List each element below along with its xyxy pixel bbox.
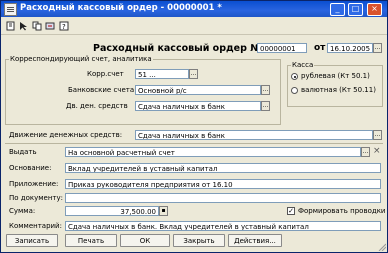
calculator-button[interactable]: ▪ [159, 206, 168, 216]
issue-label: Выдать [9, 148, 37, 156]
svg-text:?: ? [62, 23, 66, 31]
corr-group-label: Корреспондирующий счет, аналитика [9, 55, 153, 63]
movement-label: Движение денежных средств: [9, 131, 123, 139]
sync-icon[interactable] [45, 21, 55, 31]
close-window-button[interactable]: × [367, 3, 382, 16]
movement-select-button[interactable]: ... [373, 130, 382, 140]
radio-currency[interactable] [291, 87, 298, 94]
bank-accounts-field[interactable]: Основной р/с [135, 85, 261, 95]
print-button[interactable]: Печать [65, 234, 117, 247]
bank-accounts-label: Банковские счета [68, 86, 135, 94]
attachment-label: Приложение: [9, 180, 59, 188]
radio-ruble[interactable] [291, 73, 298, 80]
document-window: Расходный кассовый ордер - 00000001 * _ … [0, 0, 388, 253]
ok-button[interactable]: ОК [120, 234, 170, 247]
by-document-field[interactable] [65, 193, 381, 203]
cash-flow-item-label: Дв. ден. средств [66, 102, 128, 110]
resize-grip-icon[interactable] [378, 243, 386, 251]
corr-account-label: Корр.счет [87, 70, 124, 78]
basis-field[interactable]: Вклад учредителей в уставный капитал [65, 163, 381, 173]
document-heading: Расходный кассовый ордер № [93, 43, 262, 54]
toolbar: ? [1, 18, 387, 35]
cursor-select-icon[interactable] [19, 21, 29, 31]
clear-icon[interactable]: × [373, 146, 381, 156]
maximize-button[interactable]: □ [348, 3, 363, 16]
radio-currency-label: валютная (Кт 50.11) [301, 86, 376, 94]
print-preview-icon[interactable] [6, 21, 16, 31]
movement-field[interactable]: Сдача наличных в банк [135, 130, 373, 140]
actions-button[interactable]: Действия... [228, 234, 282, 247]
post-entries-label: Формировать проводки [298, 207, 386, 215]
date-picker-button[interactable]: ... [373, 43, 382, 53]
issue-field[interactable]: На основной расчетный счет [65, 147, 361, 157]
corr-account-field[interactable]: 51 ... [135, 69, 189, 79]
minimize-button[interactable]: _ [330, 3, 345, 16]
title-bar[interactable]: Расходный кассовый ордер - 00000001 * _ … [1, 1, 387, 17]
cash-flow-field[interactable]: Сдача наличных в банк [135, 101, 261, 111]
amount-label: Сумма: [9, 207, 36, 215]
date-label: от [314, 43, 326, 53]
by-document-label: По документу: [9, 194, 64, 202]
amount-field[interactable]: 37,500.00 [65, 206, 159, 216]
copy-document-icon[interactable] [32, 21, 42, 31]
comment-field[interactable]: Сдача наличных в банк. Вклад учредителей… [65, 221, 381, 231]
comment-label: Комментарий: [9, 222, 62, 230]
bank-accounts-select-button[interactable]: ... [261, 85, 270, 95]
basis-label: Основание: [9, 164, 52, 172]
document-icon [4, 3, 17, 16]
radio-ruble-label: рублевая (Кт 50.1) [301, 72, 370, 80]
document-number-field[interactable]: 00000001 [257, 43, 307, 53]
post-entries-checkbox[interactable]: ✓ [287, 207, 295, 215]
separator [5, 143, 383, 144]
save-button[interactable]: Записать [6, 234, 58, 247]
cash-flow-select-button[interactable]: ... [261, 101, 270, 111]
window-title: Расходный кассовый ордер - 00000001 * [20, 3, 222, 13]
attachment-field[interactable]: Приказ руководителя предприятия от 16.10 [65, 179, 381, 189]
help-icon[interactable]: ? [59, 21, 69, 31]
close-button[interactable]: Закрыть [173, 234, 225, 247]
corr-account-select-button[interactable]: ... [189, 69, 198, 79]
document-date-field[interactable]: 16.10.2005 [327, 43, 373, 53]
issue-select-button[interactable]: ... [361, 147, 370, 157]
kassa-group-label: Касса [291, 61, 315, 69]
